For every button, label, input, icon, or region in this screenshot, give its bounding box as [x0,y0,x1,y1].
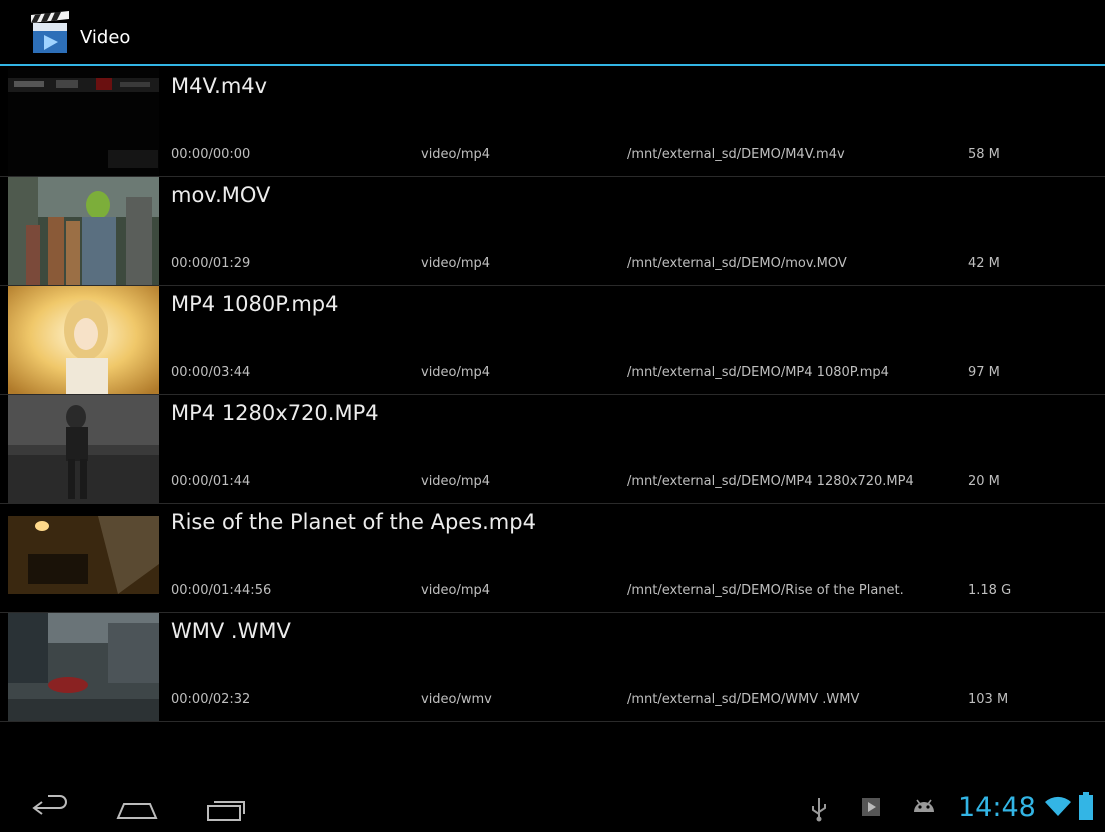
system-bar: 14:48 [0,782,1105,832]
video-thumbnail [8,613,159,721]
video-size: 42 M [968,256,1000,271]
video-mime-type: video/mp4 [421,147,491,162]
usb-icon [812,798,826,822]
wifi-icon [1045,796,1071,816]
video-title: WMV .WMV [171,619,291,643]
video-mime-type: video/mp4 [421,256,491,271]
video-size: 20 M [968,474,1000,489]
battery-icon [1079,792,1093,820]
video-title: MP4 1080P.mp4 [171,292,339,316]
video-duration: 00:00/03:44 [171,365,251,380]
video-size: 97 M [968,365,1000,380]
video-title: Rise of the Planet of the Apes.mp4 [171,510,536,534]
video-size: 1.18 G [968,583,1012,598]
recent-apps-icon[interactable] [204,790,248,824]
video-thumbnail [8,68,159,176]
video-mime-type: video/mp4 [421,583,491,598]
list-item[interactable]: MP4 1280x720.MP4 00:00/01:44 video/mp4 /… [0,395,1105,504]
video-title: M4V.m4v [171,74,268,98]
video-path: /mnt/external_sd/DEMO/MP4 1280x720.MP4 [627,474,914,489]
list-item[interactable]: mov.MOV 00:00/01:29 video/mp4 /mnt/exter… [0,177,1105,286]
list-item[interactable]: MP4 1080P.mp4 00:00/03:44 video/mp4 /mnt… [0,286,1105,395]
video-clapper-icon[interactable] [27,11,71,57]
action-bar: Video [0,0,1105,66]
video-size: 103 M [968,692,1009,707]
video-path: /mnt/external_sd/DEMO/WMV .WMV [627,692,860,707]
video-mime-type: video/wmv [421,692,492,707]
video-duration: 00:00/02:32 [171,692,251,707]
list-item[interactable]: WMV .WMV 00:00/02:32 video/wmv /mnt/exte… [0,613,1105,722]
home-icon[interactable] [114,790,160,824]
video-path: /mnt/external_sd/DEMO/mov.MOV [627,256,847,271]
video-title: MP4 1280x720.MP4 [171,401,379,425]
app-title: Video [80,27,131,48]
status-clock: 14:48 [958,792,1036,823]
video-thumbnail [8,286,159,394]
video-title: mov.MOV [171,183,271,207]
video-thumbnail [8,395,159,503]
video-thumbnail [8,504,159,612]
android-debug-icon [914,799,934,812]
video-path: /mnt/external_sd/DEMO/M4V.m4v [627,147,845,162]
video-list[interactable]: M4V.m4v 00:00/00:00 video/mp4 /mnt/exter… [0,68,1105,722]
video-path: /mnt/external_sd/DEMO/Rise of the Planet… [627,583,904,598]
back-icon[interactable] [28,790,72,824]
video-thumbnail [8,177,159,285]
video-duration: 00:00/01:44:56 [171,583,272,598]
list-item[interactable]: M4V.m4v 00:00/00:00 video/mp4 /mnt/exter… [0,68,1105,177]
video-duration: 00:00/01:29 [171,256,251,271]
video-duration: 00:00/01:44 [171,474,251,489]
video-path: /mnt/external_sd/DEMO/MP4 1080P.mp4 [627,365,889,380]
video-mime-type: video/mp4 [421,365,491,380]
video-mime-type: video/mp4 [421,474,491,489]
video-duration: 00:00/00:00 [171,147,251,162]
media-play-icon [862,798,880,816]
video-size: 58 M [968,147,1000,162]
list-item[interactable]: Rise of the Planet of the Apes.mp4 00:00… [0,504,1105,613]
